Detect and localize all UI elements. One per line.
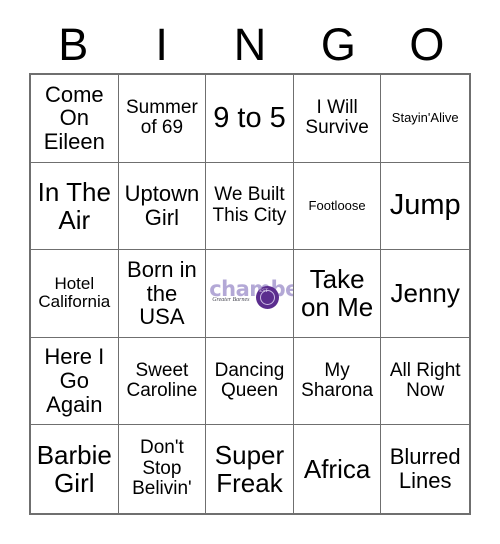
bingo-cell-label: My Sharona <box>301 359 374 402</box>
chamber-seal-icon: EST <box>256 286 280 310</box>
bingo-grid: Come On Eileen Summer of 69 9 to 5 I Wil… <box>29 73 471 515</box>
bingo-cell-label: Super Freak <box>214 440 285 499</box>
bingo-cell-label: In The Air <box>37 176 111 235</box>
bingo-cell-label: I Will Survive <box>305 96 369 139</box>
bingo-header-letter-g: G <box>320 18 356 70</box>
bingo-cell-label: Sweet Caroline <box>126 359 198 402</box>
bingo-cell-free-space[interactable]: chamber Greater Barnes EST <box>206 250 294 338</box>
bingo-cell-i2[interactable]: Uptown Girl <box>118 162 207 251</box>
bingo-cell-o1[interactable]: Stayin'Alive <box>381 75 469 163</box>
bingo-cell-n4[interactable]: Dancing Queen <box>206 337 294 426</box>
bingo-cell-label: Stayin'Alive <box>391 110 459 126</box>
bingo-cell-g4[interactable]: My Sharona <box>293 337 382 426</box>
bingo-cell-label: Africa <box>303 454 371 485</box>
bingo-header-row: B I N G O <box>29 16 471 72</box>
bingo-cell-label: Jenny <box>390 278 460 309</box>
bingo-cell-label: All Right Now <box>389 359 461 402</box>
bingo-cell-label: Footloose <box>308 197 366 213</box>
bingo-cell-i4[interactable]: Sweet Caroline <box>118 337 207 426</box>
bingo-cell-b4[interactable]: Here I Go Again <box>31 337 119 426</box>
bingo-cell-i1[interactable]: Summer of 69 <box>118 75 207 163</box>
bingo-cell-label: Jump <box>389 189 461 222</box>
chamber-seal-mark: EST <box>259 289 269 295</box>
bingo-cell-label: Come On Eileen <box>43 81 105 155</box>
bingo-cell-n5[interactable]: Super Freak <box>206 425 294 513</box>
bingo-header-letter-i: I <box>155 18 168 70</box>
bingo-cell-o4[interactable]: All Right Now <box>381 338 469 426</box>
chamber-logo: chamber Greater Barnes EST <box>209 273 293 313</box>
bingo-cell-o5[interactable]: Blurred Lines <box>381 425 469 513</box>
bingo-cell-label: We Built This City <box>212 184 287 226</box>
bingo-cell-label: Here I Go Again <box>44 344 105 417</box>
bingo-cell-o2[interactable]: Jump <box>381 163 469 251</box>
bingo-cell-label: Don't Stop Belivin' <box>132 437 192 500</box>
bingo-cell-g3[interactable]: Take on Me <box>293 250 382 338</box>
bingo-cell-n2[interactable]: We Built This City <box>206 162 294 251</box>
bingo-cell-label: Uptown Girl <box>124 181 200 230</box>
bingo-cell-label: Take on Me <box>300 264 374 323</box>
bingo-card: B I N G O Come On Eileen Summer of 69 9 … <box>0 0 500 544</box>
bingo-cell-i3[interactable]: Born in the USA <box>118 250 207 338</box>
bingo-cell-label: Dancing Queen <box>214 359 285 402</box>
bingo-cell-b1[interactable]: Come On Eileen <box>31 75 119 163</box>
bingo-cell-b2[interactable]: In The Air <box>31 162 119 251</box>
bingo-cell-g1[interactable]: I Will Survive <box>293 75 382 163</box>
bingo-cell-n1[interactable]: 9 to 5 <box>206 75 294 163</box>
bingo-cell-g2[interactable]: Footloose <box>293 162 382 251</box>
bingo-cell-o3[interactable]: Jenny <box>381 250 469 338</box>
bingo-header-letter-n: N <box>233 18 267 70</box>
bingo-cell-label: Barbie Girl <box>36 440 112 499</box>
bingo-cell-label: Summer of 69 <box>125 96 198 139</box>
bingo-cell-b3[interactable]: Hotel California <box>31 250 119 338</box>
bingo-header-letter-b: B <box>58 18 89 70</box>
bingo-cell-label: Born in the USA <box>127 256 197 330</box>
chamber-logo-tagline: Greater Barnes <box>212 297 250 304</box>
bingo-cell-b5[interactable]: Barbie Girl <box>31 425 119 513</box>
bingo-cell-g5[interactable]: Africa <box>294 425 382 513</box>
bingo-header-letter-o: O <box>409 18 445 70</box>
bingo-cell-i5[interactable]: Don't Stop Belivin' <box>119 425 207 513</box>
bingo-cell-label: Hotel California <box>38 274 111 312</box>
bingo-cell-label: Blurred Lines <box>389 444 461 494</box>
bingo-cell-label: 9 to 5 <box>213 101 286 134</box>
